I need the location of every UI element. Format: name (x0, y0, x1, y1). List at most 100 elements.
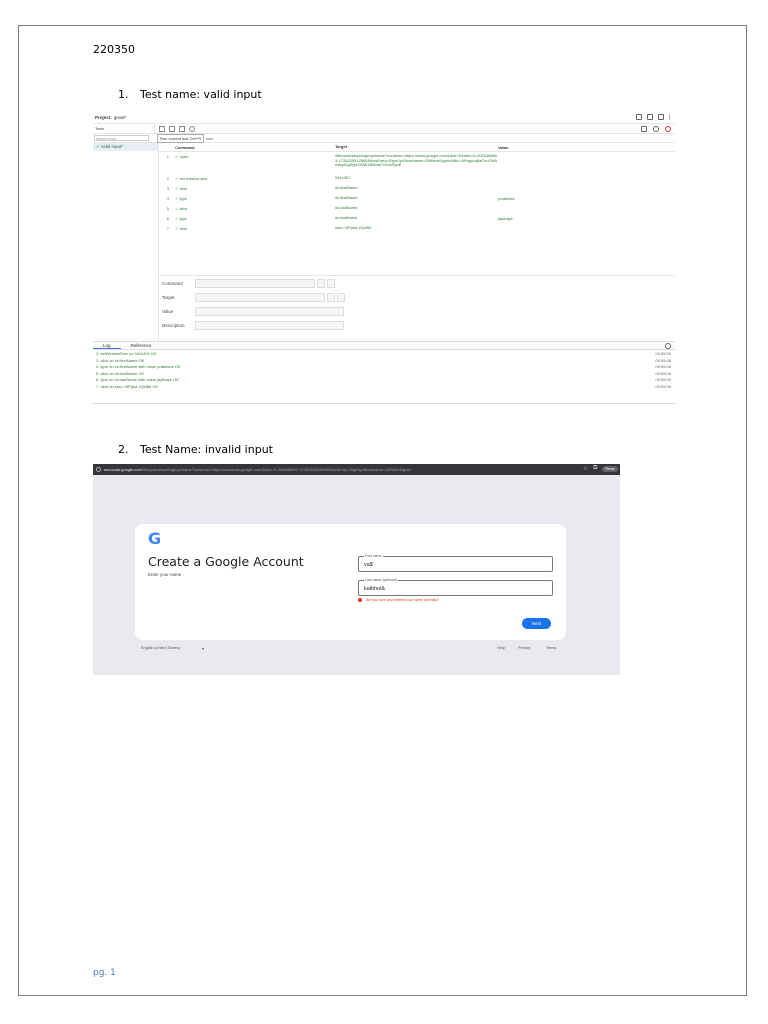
table-row[interactable]: 3 ✓ click id=firstName (159, 184, 675, 194)
row-number: 7 (166, 226, 169, 231)
base-url-input[interactable]: com (206, 136, 214, 141)
toggle-comment-button[interactable] (317, 278, 325, 288)
first-name-value: va$ (364, 562, 373, 568)
address-url[interactable]: accounts.google.com/lifecycle/steps/sign… (104, 467, 544, 472)
tests-dropdown[interactable]: Tests (93, 123, 155, 134)
page-subtitle: Enter your name (148, 572, 182, 577)
row-command: ✓ click (175, 206, 188, 211)
target-select[interactable] (195, 292, 325, 302)
select-target-button[interactable] (327, 292, 335, 302)
row-number: 1 (166, 154, 169, 159)
page-title: Create a Google Account (148, 554, 304, 569)
tests-sidebar: ✓ valid input* (93, 143, 159, 341)
table-row[interactable]: 7 ✓ click css=.VfPpkd-vQzf8d (159, 224, 675, 234)
log-time: 09:55:06 (655, 383, 671, 389)
step-icon[interactable] (179, 125, 185, 132)
row-number: 3 (166, 186, 169, 191)
project-label: Project: (95, 115, 112, 120)
selenium-ide-screenshot: Project: gmail* Tests Search tests... Ru… (93, 112, 675, 404)
terms-link[interactable]: Terms (546, 646, 556, 650)
first-name-field[interactable]: First name va$ (358, 554, 553, 572)
column-header-target: Target (335, 143, 347, 149)
row-number: 6 (166, 216, 169, 221)
log-time: 09:55:06 (655, 357, 671, 363)
project-actions (636, 114, 671, 120)
disable-breakpoints-icon[interactable] (641, 126, 647, 132)
record-icon[interactable] (665, 126, 671, 132)
test-item-valid-input[interactable]: ✓ valid input* (93, 143, 158, 151)
column-header-command: Command (175, 144, 195, 150)
table-row[interactable]: 1 ✓ open /lifecycle/steps/signup/name?co… (159, 152, 675, 174)
tab-log[interactable]: Log (93, 343, 121, 349)
table-row[interactable]: 4 ✓ type id=firstName prabksha (159, 194, 675, 204)
save-project-icon[interactable] (658, 114, 664, 120)
find-target-button[interactable] (337, 292, 345, 302)
description-label: Description (162, 322, 185, 328)
row-target: id=firstName (335, 195, 358, 200)
row-value: jaythaye (498, 216, 513, 221)
tab-reference[interactable]: Reference (121, 343, 162, 348)
site-info-icon[interactable] (96, 467, 101, 472)
name-error-message: Are you sure you entered your name corre… (358, 598, 439, 602)
last-name-field[interactable]: Last name (optional) kalbhol& (358, 578, 553, 596)
error-icon (358, 598, 362, 602)
log-tabs: Log Reference (93, 341, 675, 350)
project-name[interactable]: gmail* (114, 115, 127, 120)
table-row[interactable]: 5 ✓ click id=lastName (159, 204, 675, 214)
first-name-label: First name (364, 554, 383, 558)
log-text: 7. click on css=.VfPpkd-vQzf8d OK (96, 383, 159, 389)
row-command: ✓ click (175, 226, 188, 231)
next-button[interactable]: Next (522, 618, 551, 629)
log-time: 09:55:06 (655, 351, 671, 356)
search-tests-input[interactable]: Search tests... (94, 135, 149, 141)
run-current-tooltip: Run current test Ctrl+R (157, 133, 205, 143)
row-number: 4 (166, 196, 169, 201)
run-all-icon[interactable] (159, 125, 165, 132)
privacy-link[interactable]: Privacy (518, 646, 530, 650)
editor-description-row: Description (159, 318, 675, 332)
rerun-button[interactable]: Rerun (602, 465, 618, 472)
command-select[interactable] (195, 278, 315, 288)
row-command: ✓ open (175, 154, 189, 159)
open-project-icon[interactable] (647, 114, 653, 120)
row-target: 541x301 (335, 175, 351, 180)
open-reference-button[interactable] (327, 278, 335, 288)
column-header-value: Value (498, 144, 509, 150)
row-number: 2 (166, 176, 169, 181)
row-target: id=firstName (335, 185, 358, 190)
log-line: 5. click on id=lastName OK 09:55:06 (93, 371, 675, 378)
bookmark-star-icon[interactable]: ☆ (583, 465, 588, 472)
section-number: 2. (118, 443, 129, 456)
page-number: pg. 1 (93, 968, 116, 978)
commands-table: Command Target Value 1 ✓ open /lifecycle… (159, 143, 675, 234)
table-row[interactable]: 6 ✓ type id=lastName jaythaye (159, 214, 675, 224)
log-text: 3. click on id=firstName OK (96, 357, 145, 363)
more-menu-icon[interactable] (669, 114, 671, 120)
value-label: Value (162, 308, 174, 314)
log-text: 2. setWindowSize on 541x301 OK (96, 351, 157, 356)
run-current-icon[interactable] (169, 125, 175, 132)
row-command: ✓ type (175, 196, 188, 201)
language-selector[interactable]: English (United States) (141, 646, 180, 650)
speed-icon[interactable] (189, 125, 195, 132)
log-text: 4. type on id=firstName with value prabk… (96, 364, 181, 370)
log-line: 2. setWindowSize on 541x301 OK 09:55:06 (93, 351, 675, 358)
row-target: id=lastName (335, 215, 358, 220)
new-project-icon[interactable] (636, 114, 642, 120)
extensions-icon[interactable]: ⧉ (593, 465, 597, 472)
row-target: id=lastName (335, 205, 358, 210)
editor-target-row: Target (159, 290, 675, 304)
help-link[interactable]: Help (497, 646, 505, 650)
chevron-down-icon[interactable]: ▾ (202, 646, 204, 651)
clear-log-icon[interactable] (665, 343, 671, 349)
log-time: 09:55:06 (655, 364, 671, 370)
description-input[interactable] (195, 320, 344, 330)
log-line: 3. click on id=firstName OK 09:55:06 (93, 358, 675, 365)
browser-actions: ☆ ⧉ Rerun (583, 465, 618, 472)
ide-title-bar: Project: gmail* (93, 112, 675, 124)
signup-card: G Create a Google Account Enter your nam… (135, 524, 566, 640)
pause-on-exception-icon[interactable] (653, 126, 659, 132)
table-row[interactable]: 2 ✓ set window size 541x301 (159, 174, 675, 184)
value-input[interactable] (195, 306, 344, 316)
toolbar-right (641, 126, 671, 132)
